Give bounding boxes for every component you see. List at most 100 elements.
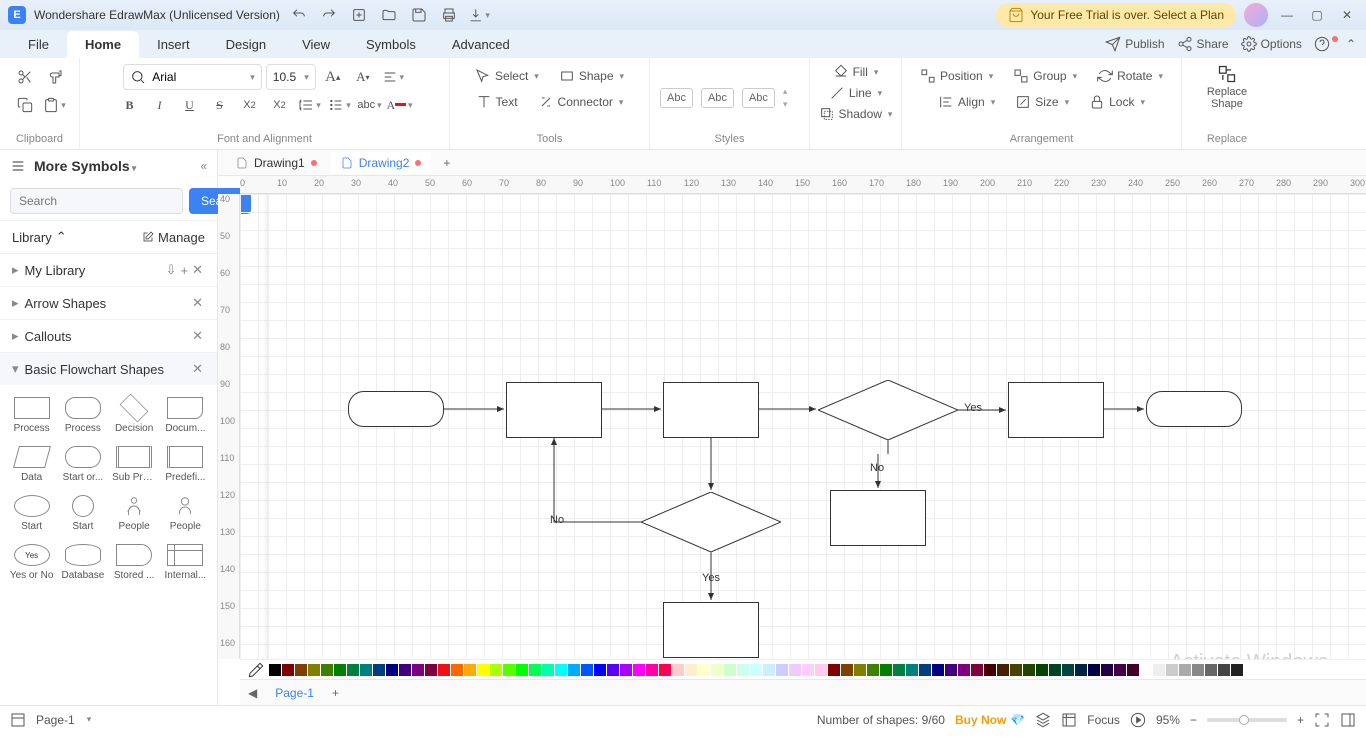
color-swatch[interactable] — [1036, 664, 1048, 676]
redo-button[interactable] — [318, 4, 340, 26]
lock-button[interactable]: Lock▾ — [1081, 90, 1153, 114]
color-swatch[interactable] — [568, 664, 580, 676]
color-swatch[interactable] — [555, 664, 567, 676]
shape-internal[interactable]: Internal... — [162, 540, 209, 585]
doc-tab-1[interactable]: Drawing1 — [226, 152, 327, 174]
shape-data[interactable]: Data — [8, 442, 55, 487]
select-tool-button[interactable]: Select▾ — [467, 64, 547, 88]
library-label[interactable]: Library — [12, 230, 52, 245]
zoom-in-button[interactable]: + — [1297, 713, 1304, 727]
shape-stored[interactable]: Stored ... — [111, 540, 158, 585]
user-avatar[interactable] — [1244, 3, 1268, 27]
symbols-search-input[interactable] — [10, 188, 183, 214]
text-align-button[interactable]: ▾ — [380, 64, 406, 90]
menu-advanced[interactable]: Advanced — [434, 31, 528, 58]
shape-start-ellipse[interactable]: Start — [8, 491, 55, 536]
eyedropper-icon[interactable] — [248, 662, 264, 678]
collapse-ribbon-button[interactable]: ⌃ — [1346, 37, 1356, 51]
print-button[interactable] — [438, 4, 460, 26]
color-swatch[interactable] — [334, 664, 346, 676]
drawing-sheet[interactable]: Yes No No Yes — [268, 194, 1366, 659]
group-button[interactable]: Group▾ — [1005, 64, 1085, 88]
bold-button[interactable]: B — [117, 92, 143, 118]
color-swatch[interactable] — [282, 664, 294, 676]
color-swatch[interactable] — [659, 664, 671, 676]
shape-subprocess[interactable]: Sub Pro... — [111, 442, 158, 487]
save-button[interactable] — [408, 4, 430, 26]
color-swatch[interactable] — [1023, 664, 1035, 676]
bullets-button[interactable]: ▾ — [327, 92, 353, 118]
style-preset-3[interactable]: Abc — [742, 88, 775, 108]
text-tool-button[interactable]: Text — [468, 90, 526, 114]
color-swatch[interactable] — [529, 664, 541, 676]
flowchart-process-4[interactable] — [830, 490, 926, 546]
shadow-button[interactable]: Shadow▾ — [813, 104, 899, 124]
flowchart-terminator-start[interactable] — [348, 391, 444, 427]
color-swatch[interactable] — [1153, 664, 1165, 676]
styles-up[interactable]: ▴ — [783, 86, 788, 97]
undo-button[interactable] — [288, 4, 310, 26]
strikethrough-button[interactable]: S — [207, 92, 233, 118]
color-swatch[interactable] — [984, 664, 996, 676]
zoom-out-button[interactable]: − — [1190, 713, 1197, 727]
line-spacing-button[interactable]: ▾ — [297, 92, 323, 118]
color-swatch[interactable] — [360, 664, 372, 676]
color-swatch[interactable] — [295, 664, 307, 676]
color-swatch[interactable] — [490, 664, 502, 676]
arrow-shapes-close[interactable]: ✕ — [190, 295, 205, 311]
fill-button[interactable]: Fill▾ — [827, 62, 885, 82]
collapse-panel-button[interactable]: « — [200, 159, 207, 173]
shape-predefined[interactable]: Predefi... — [162, 442, 209, 487]
color-swatch[interactable] — [1075, 664, 1087, 676]
menu-home[interactable]: Home — [67, 31, 139, 58]
color-swatch[interactable] — [945, 664, 957, 676]
flowchart-process-3[interactable] — [1008, 382, 1104, 438]
increase-font-button[interactable]: A▴ — [320, 64, 346, 90]
flowchart-process-2[interactable] — [663, 382, 759, 438]
add-page-button[interactable]: + — [332, 686, 339, 700]
align-button[interactable]: Align▾ — [930, 90, 1003, 114]
size-button[interactable]: Size▾ — [1007, 90, 1077, 114]
page-name[interactable]: Page-1 — [36, 713, 75, 727]
color-swatch[interactable] — [737, 664, 749, 676]
color-swatch[interactable] — [1179, 664, 1191, 676]
more-symbols-title[interactable]: More Symbols▾ — [34, 158, 192, 174]
italic-button[interactable]: I — [147, 92, 173, 118]
color-swatch[interactable] — [815, 664, 827, 676]
my-library-item[interactable]: My Library — [25, 263, 86, 278]
focus-button[interactable]: Focus — [1087, 713, 1120, 727]
decrease-font-button[interactable]: A▾ — [350, 64, 376, 90]
style-preset-1[interactable]: Abc — [660, 88, 693, 108]
color-swatch[interactable] — [464, 664, 476, 676]
my-library-close[interactable]: ✕ — [190, 262, 205, 278]
color-swatch[interactable] — [620, 664, 632, 676]
new-button[interactable] — [348, 4, 370, 26]
export-button[interactable]: ▾ — [468, 4, 490, 26]
color-swatch[interactable] — [516, 664, 528, 676]
my-library-import[interactable]: ⇩ — [164, 262, 179, 278]
color-swatch[interactable] — [750, 664, 762, 676]
doc-tab-2[interactable]: Drawing2 — [331, 152, 432, 174]
color-swatch[interactable] — [854, 664, 866, 676]
fullscreen-button[interactable] — [1314, 712, 1330, 728]
color-swatch[interactable] — [711, 664, 723, 676]
color-swatch[interactable] — [932, 664, 944, 676]
menu-file[interactable]: File — [10, 31, 67, 58]
color-swatch[interactable] — [971, 664, 983, 676]
color-swatch[interactable] — [581, 664, 593, 676]
rotate-button[interactable]: Rotate▾ — [1089, 64, 1171, 88]
color-swatch[interactable] — [425, 664, 437, 676]
flowchart-terminator-end[interactable] — [1146, 391, 1242, 427]
manage-button[interactable]: Manage — [158, 230, 205, 245]
color-swatch[interactable] — [724, 664, 736, 676]
edit-icon[interactable] — [142, 231, 154, 243]
menu-view[interactable]: View — [284, 31, 348, 58]
color-swatch[interactable] — [607, 664, 619, 676]
color-swatch[interactable] — [269, 664, 281, 676]
share-button[interactable]: Share — [1177, 36, 1229, 52]
color-swatch[interactable] — [1101, 664, 1113, 676]
color-swatch[interactable] — [789, 664, 801, 676]
color-swatch[interactable] — [1205, 664, 1217, 676]
zoom-slider[interactable] — [1207, 718, 1287, 722]
color-swatch[interactable] — [633, 664, 645, 676]
